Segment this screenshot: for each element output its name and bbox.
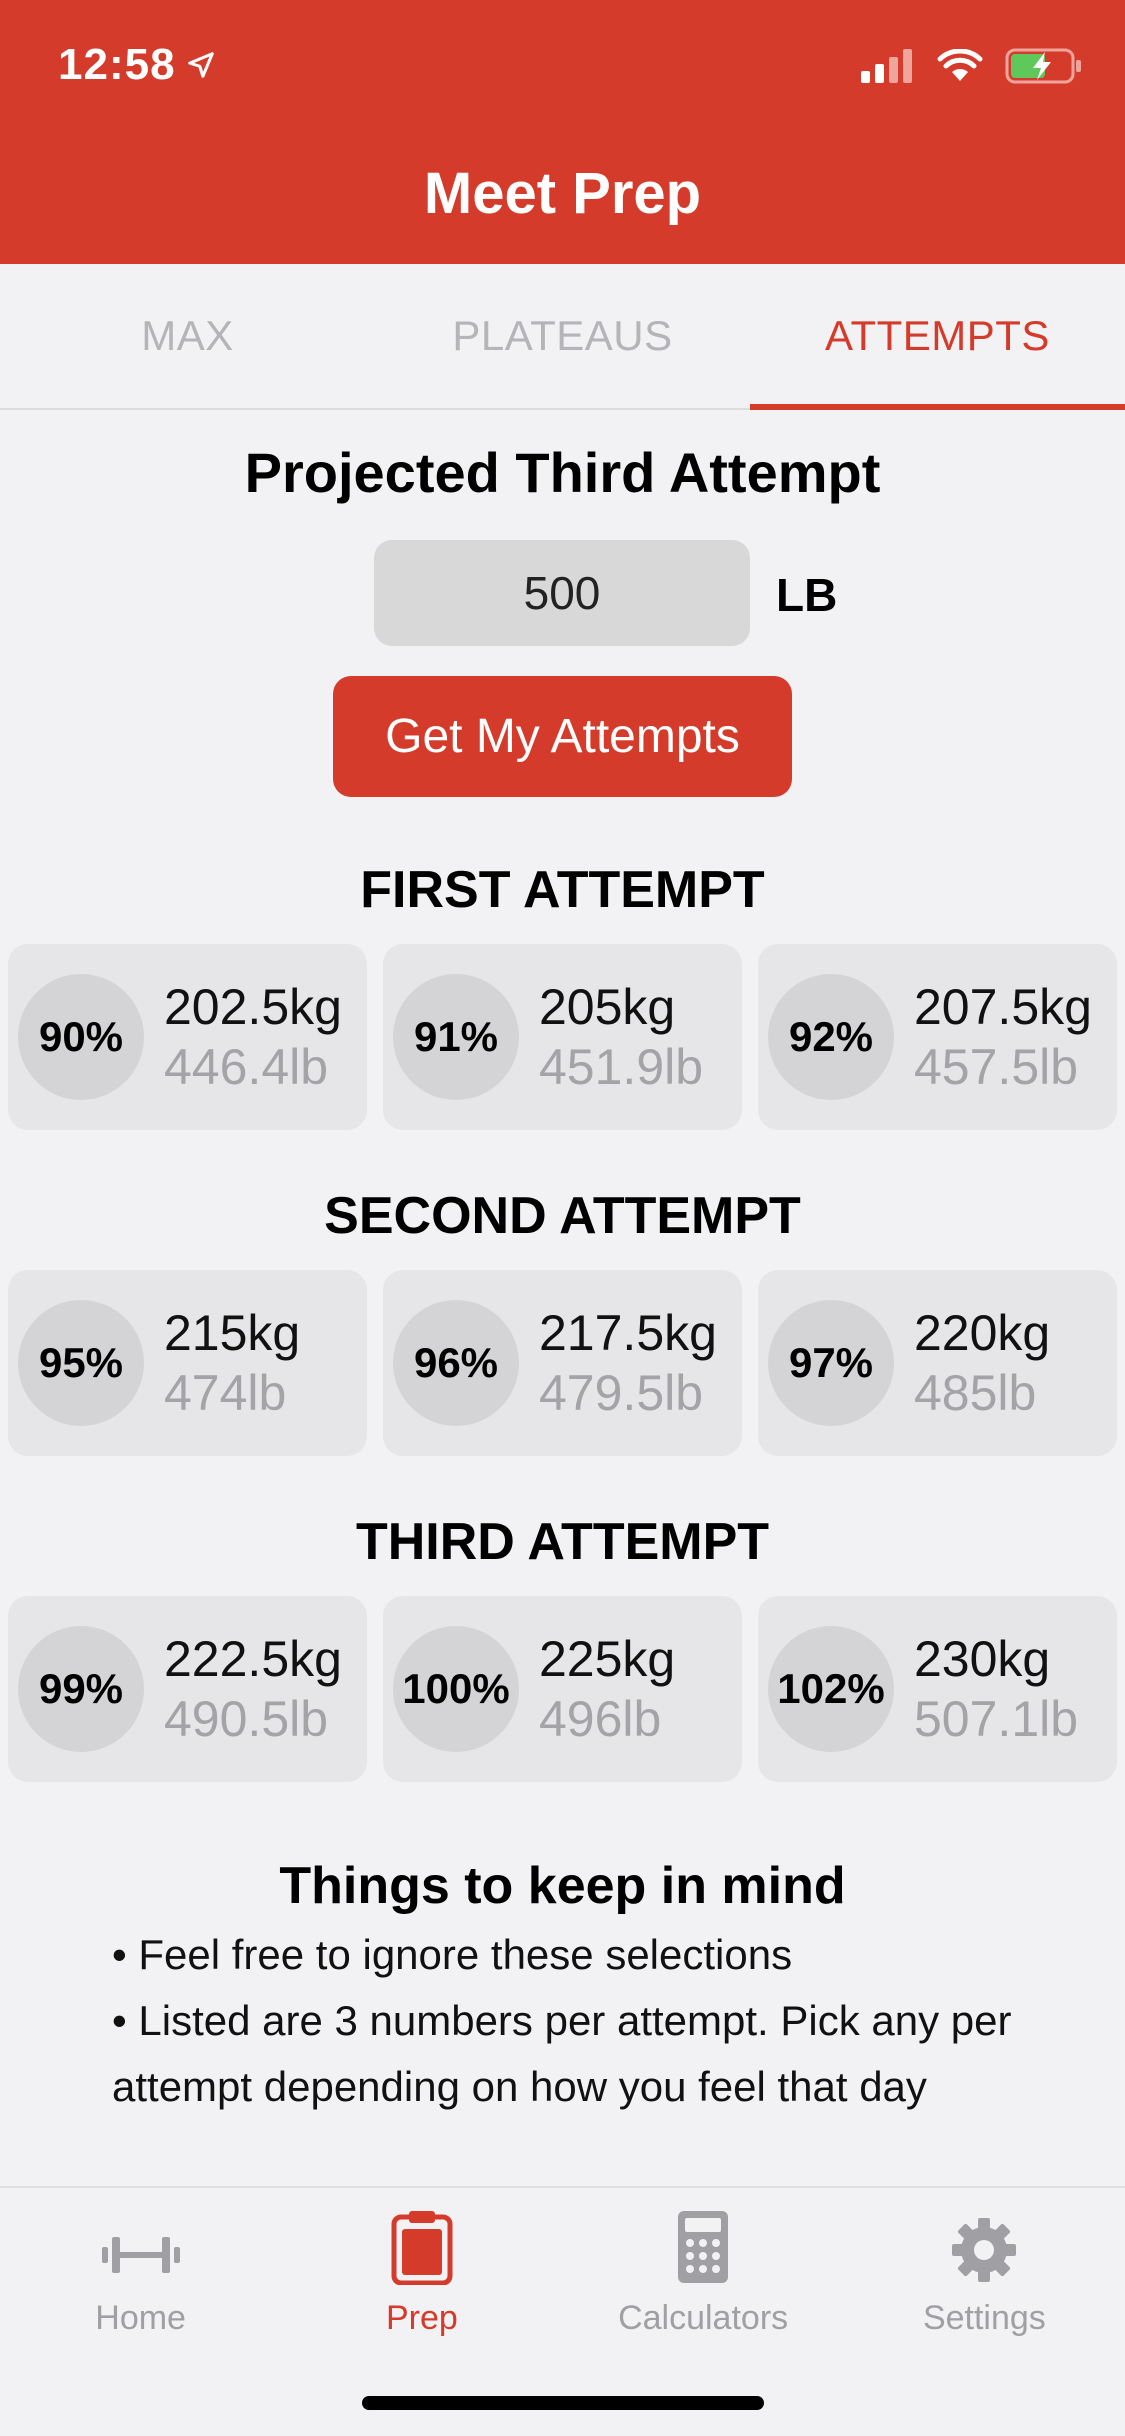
clock-text: 12:58 (58, 40, 176, 89)
kg-value: 225kg (539, 1631, 676, 1687)
nav-settings[interactable]: Settings (844, 2188, 1125, 2358)
tab-attempts[interactable]: ATTEMPTS (750, 264, 1125, 410)
attempt-option-card[interactable]: 90% 202.5kg 446.4lb (8, 944, 367, 1130)
nav-settings-label: Settings (922, 2299, 1046, 2337)
attempt-option-card[interactable]: 96% 217.5kg 479.5lb (383, 1270, 742, 1456)
projected-weight-input[interactable] (374, 540, 750, 646)
barbell-icon (101, 2237, 180, 2273)
lb-value: 507.1lb (914, 1691, 1079, 1747)
percentage-badge: 90% (18, 974, 144, 1100)
attempt-option-card[interactable]: 102% 230kg 507.1lb (758, 1596, 1117, 1782)
second-attempt-title: SECOND ATTEMPT (324, 1187, 801, 1245)
notes-list: • Feel free to ignore these selections •… (112, 1922, 1012, 2120)
nav-prep[interactable]: Prep (281, 2188, 562, 2358)
attempt-option-card[interactable]: 92% 207.5kg 457.5lb (758, 944, 1117, 1130)
calculator-icon (678, 2211, 729, 2283)
attempt-option-card[interactable]: 97% 220kg 485lb (758, 1270, 1117, 1456)
percentage-badge: 100% (393, 1626, 519, 1752)
nav-home[interactable]: Home (0, 2188, 281, 2358)
percentage-badge: 102% (768, 1626, 894, 1752)
percentage-badge: 99% (18, 1626, 144, 1752)
kg-value: 202.5kg (164, 979, 342, 1035)
status-bar-time: 12:58 (58, 40, 216, 90)
projected-input-row: LB (0, 540, 1125, 646)
kg-value: 215kg (164, 1305, 301, 1361)
attempt-option-card[interactable]: 91% 205kg 451.9lb (383, 944, 742, 1130)
nav-prep-label: Prep (385, 2299, 458, 2337)
notes-title: Things to keep in mind (279, 1857, 846, 1915)
first-attempt-options: 90% 202.5kg 446.4lb 91% 205kg 451.9lb 92% … (8, 944, 1118, 1130)
lb-value: 457.5lb (914, 1039, 1079, 1095)
segment-tabs: MAX PLATEAUS ATTEMPTS (0, 264, 1125, 410)
lb-value: 474lb (164, 1365, 287, 1421)
percentage-badge: 91% (393, 974, 519, 1100)
lb-value: 485lb (914, 1365, 1037, 1421)
third-attempt-options: 99% 222.5kg 490.5lb 100% 225kg 496lb 102% … (8, 1596, 1118, 1782)
wifi-icon (937, 49, 983, 81)
nav-home-label: Home (95, 2299, 186, 2337)
clipboard-icon (391, 2211, 453, 2285)
attempt-option-card[interactable]: 100% 225kg 496lb (383, 1596, 742, 1782)
percentage-badge: 96% (393, 1300, 519, 1426)
kg-value: 222.5kg (164, 1631, 342, 1687)
status-icons (861, 48, 1083, 84)
note-item: • Feel free to ignore these selections (112, 1931, 793, 1978)
kg-value: 207.5kg (914, 979, 1092, 1035)
location-arrow-icon (187, 52, 214, 78)
nav-calculators-label: Calculators (618, 2299, 789, 2337)
attempt-option-card[interactable]: 99% 222.5kg 490.5lb (8, 1596, 367, 1782)
projected-title: Projected Third Attempt (244, 441, 881, 504)
lb-value: 479.5lb (539, 1365, 704, 1421)
third-attempt-title: THIRD ATTEMPT (355, 1513, 770, 1571)
nav-calculators[interactable]: Calculators (563, 2188, 844, 2358)
tab-plateaus[interactable]: PLATEAUS (375, 264, 750, 408)
percentage-badge: 95% (18, 1300, 144, 1426)
page-title: Meet Prep (423, 161, 702, 226)
percentage-badge: 97% (768, 1300, 894, 1426)
lb-value: 496lb (539, 1691, 662, 1747)
kg-value: 205kg (539, 979, 676, 1035)
battery-charging-icon (1005, 48, 1081, 84)
unit-label: LB (776, 569, 838, 621)
tab-max[interactable]: MAX (0, 264, 375, 408)
gear-icon (952, 2218, 1017, 2282)
kg-value: 230kg (914, 1631, 1051, 1687)
home-indicator (362, 2396, 764, 2410)
note-item: • Listed are 3 numbers per attempt. Pick… (112, 1997, 1012, 2110)
kg-value: 217.5kg (539, 1305, 717, 1361)
first-attempt-title: FIRST ATTEMPT (360, 861, 765, 919)
app-header: 12:58 Meet Prep (0, 0, 1125, 264)
attempt-option-card[interactable]: 95% 215kg 474lb (8, 1270, 367, 1456)
kg-value: 220kg (914, 1305, 1051, 1361)
second-attempt-options: 95% 215kg 474lb 96% 217.5kg 479.5lb 97% 22… (8, 1270, 1118, 1456)
get-attempts-button[interactable]: Get My Attempts (333, 676, 792, 797)
lb-value: 446.4lb (164, 1039, 329, 1095)
percentage-badge: 92% (768, 974, 894, 1100)
lb-value: 451.9lb (539, 1039, 704, 1095)
signal-icon (861, 49, 912, 83)
lb-value: 490.5lb (164, 1691, 329, 1747)
